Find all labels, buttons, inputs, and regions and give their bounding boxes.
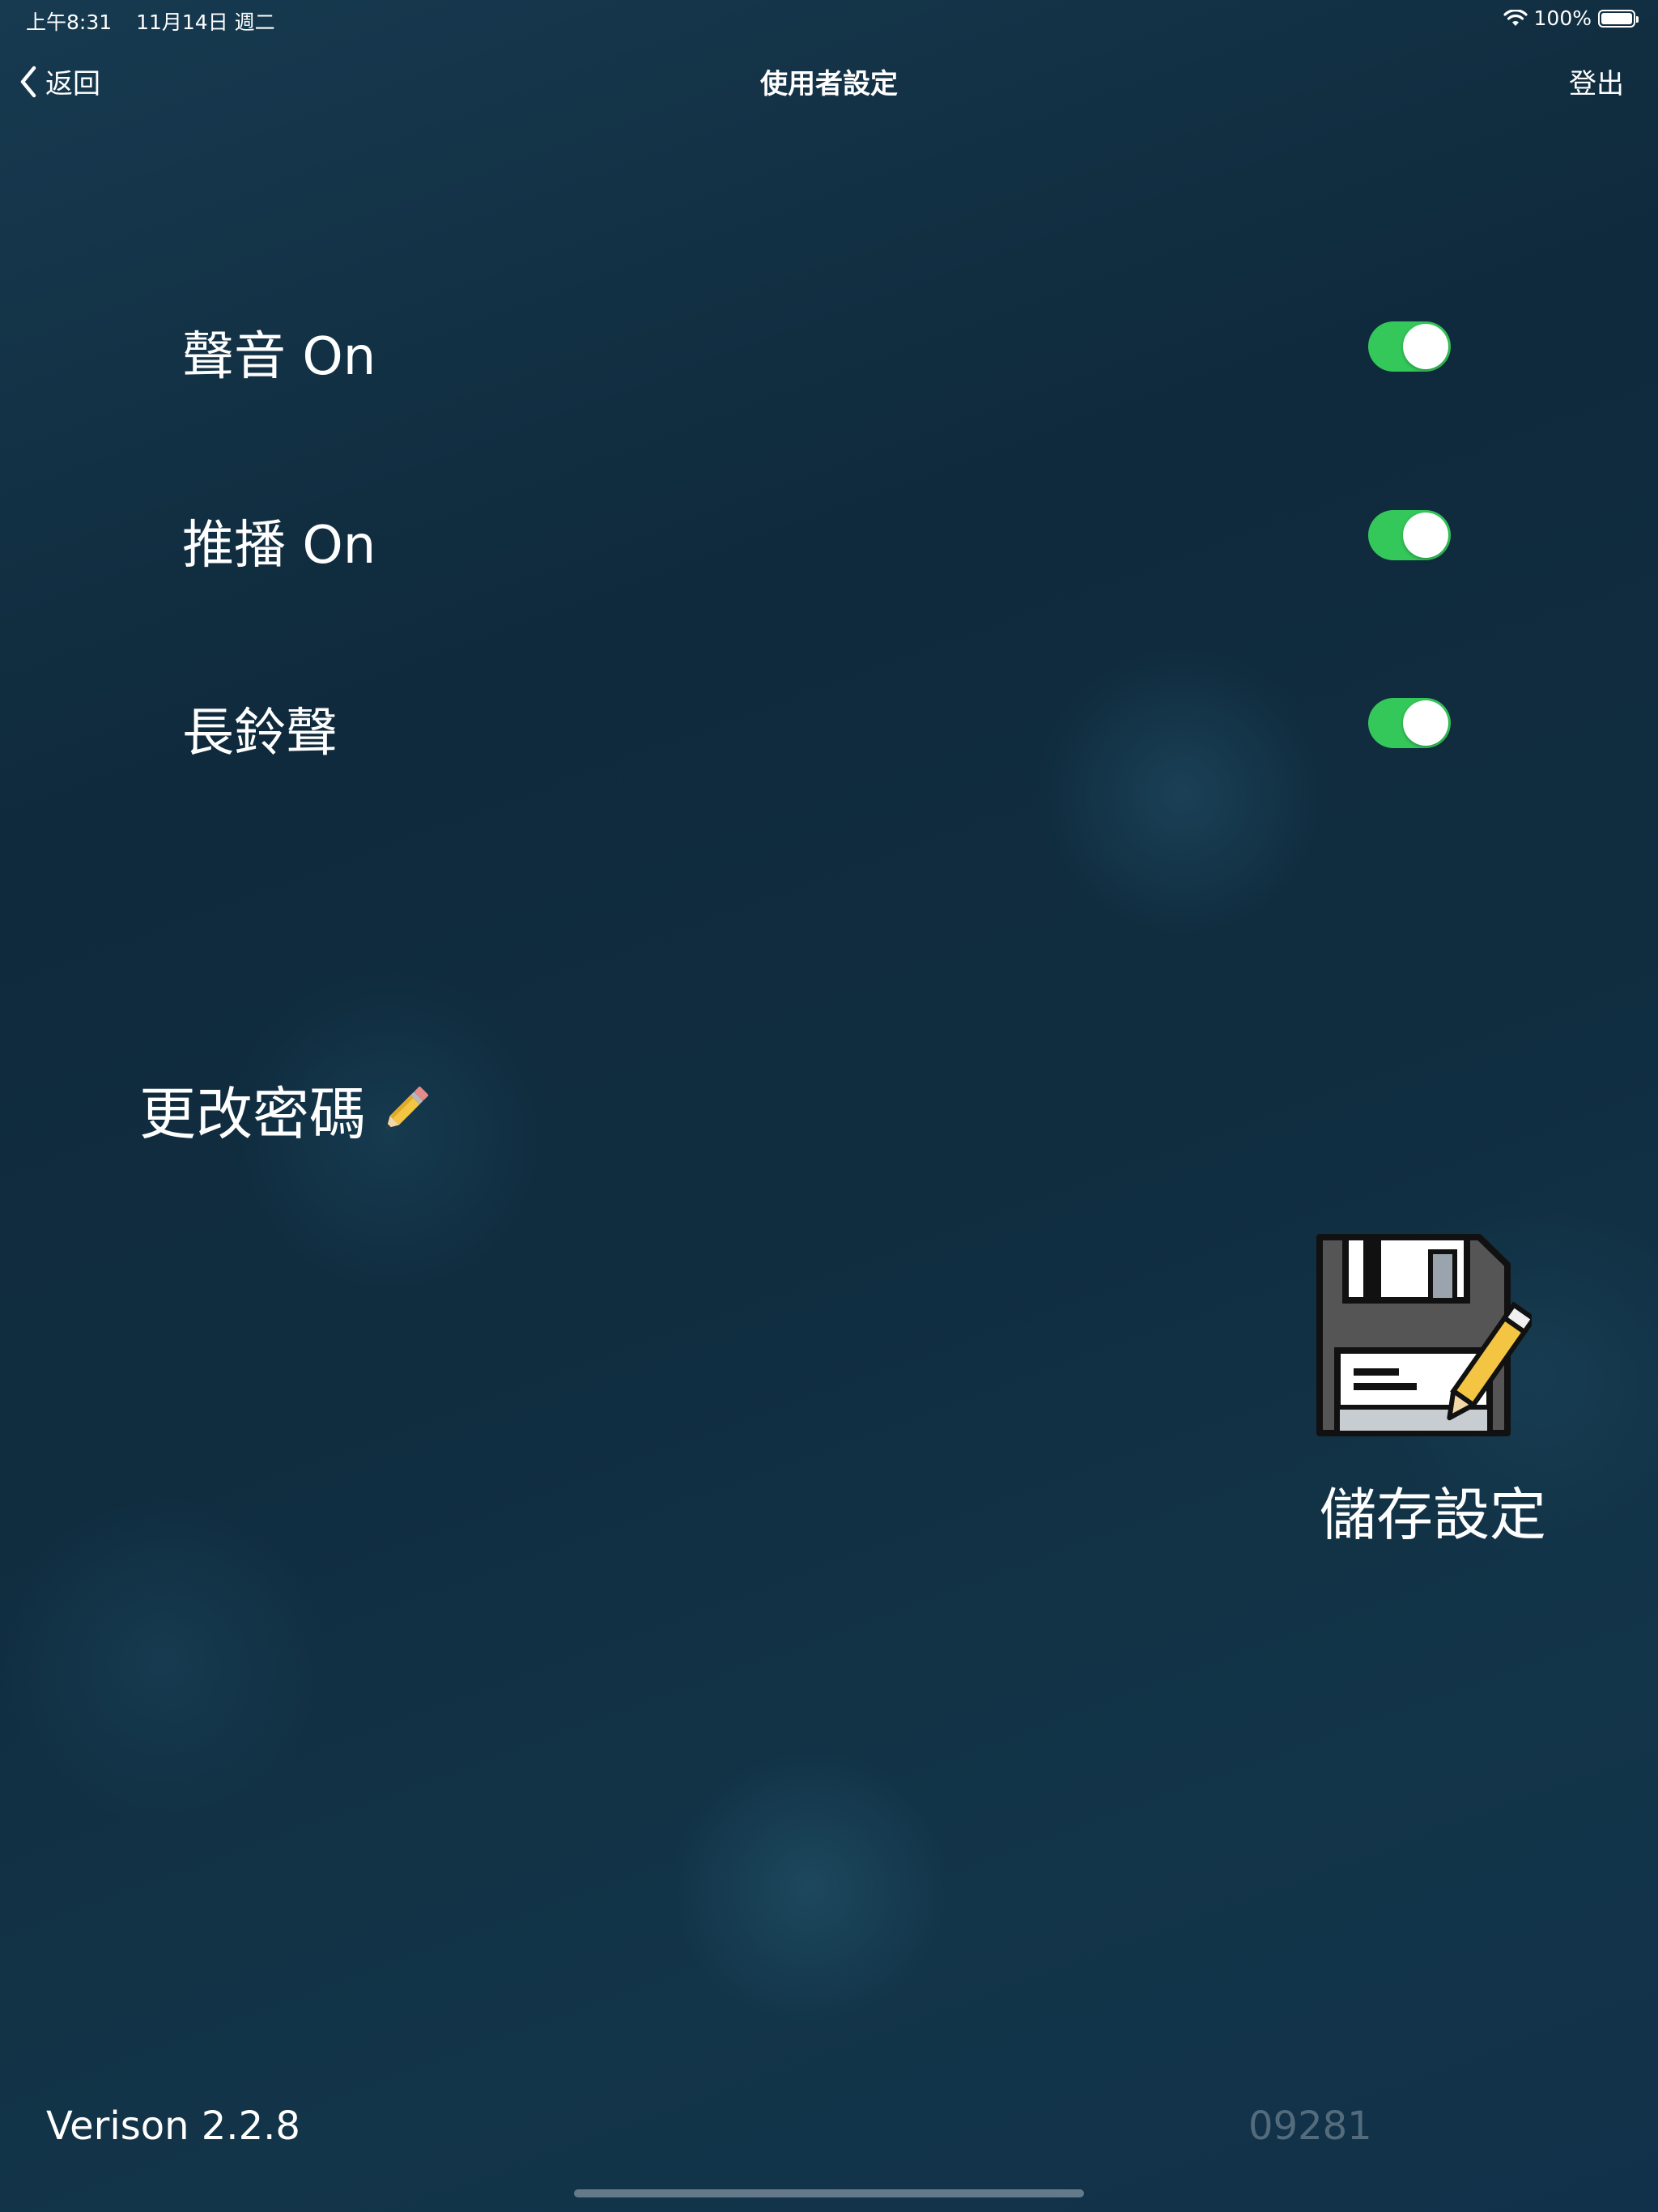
back-label: 返回 xyxy=(45,68,100,100)
nav-bar: 使用者設定 返回 登出 xyxy=(0,49,1658,113)
status-left: 上午8:31 11月14日 週二 xyxy=(26,6,275,36)
home-indicator xyxy=(574,2189,1084,2197)
push-toggle[interactable] xyxy=(1368,510,1451,560)
logout-button[interactable]: 登出 xyxy=(1569,62,1624,101)
battery-icon xyxy=(1598,9,1639,28)
toggle-knob xyxy=(1403,513,1448,558)
floppy-disk-pencil-icon xyxy=(1316,1234,1532,1436)
status-time: 上午8:31 xyxy=(26,11,113,34)
status-right: 100% xyxy=(1503,6,1639,30)
toggle-knob xyxy=(1403,700,1448,746)
change-password-label: 更改密碼 xyxy=(139,1081,366,1147)
status-bar: 上午8:31 11月14日 週二 100% xyxy=(0,0,1658,39)
setting-row-sound: 聲音 On xyxy=(182,304,1453,387)
wifi-icon xyxy=(1503,9,1528,26)
setting-label-long-ring: 長鈴聲 xyxy=(182,704,338,764)
setting-label-push: 推播 On xyxy=(182,516,376,576)
change-password-button[interactable]: 更改密碼 xyxy=(139,1069,434,1151)
save-settings-button[interactable]: 儲存設定 xyxy=(1303,1231,1546,1548)
setting-row-long-ring: 長鈴聲 xyxy=(182,680,1453,764)
pencil-icon xyxy=(386,1086,428,1129)
status-date: 11月14日 週二 xyxy=(136,11,275,34)
sound-toggle[interactable] xyxy=(1368,321,1451,372)
setting-label-sound: 聲音 On xyxy=(182,327,376,387)
back-button[interactable]: 返回 xyxy=(19,62,100,101)
nav-title: 使用者設定 xyxy=(760,68,898,100)
long-ring-toggle[interactable] xyxy=(1368,698,1451,748)
save-settings-label: 儲存設定 xyxy=(1320,1482,1546,1548)
phone-number: 09281 xyxy=(1248,2104,1372,2149)
setting-row-push: 推播 On xyxy=(182,492,1453,576)
version-label: Verison 2.2.8 xyxy=(46,2104,300,2149)
battery-percent: 100% xyxy=(1533,6,1592,30)
battery-fill xyxy=(1601,12,1632,24)
toggle-knob xyxy=(1403,324,1448,369)
chevron-left-icon xyxy=(20,66,36,97)
